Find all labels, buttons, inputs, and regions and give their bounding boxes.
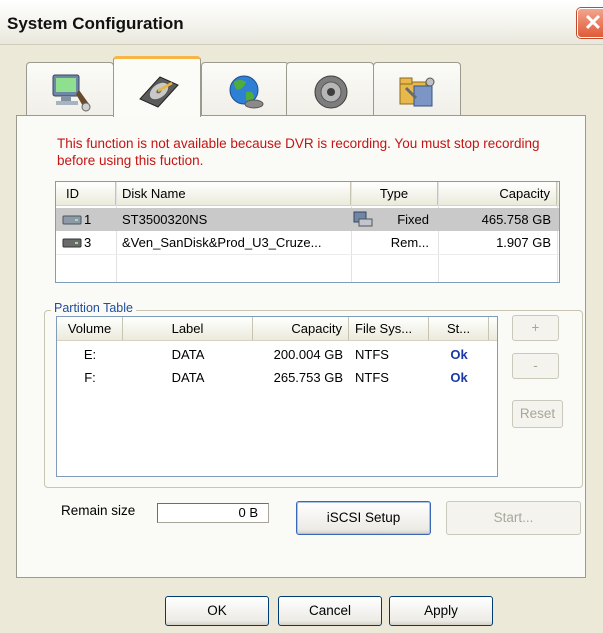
partition-row[interactable]: E: DATA 200.004 GB NTFS Ok bbox=[57, 343, 497, 366]
tab-display-settings[interactable] bbox=[26, 62, 114, 116]
disk-name: ST3500320NS bbox=[122, 212, 208, 227]
column-header-capacity[interactable]: Capacity bbox=[253, 317, 349, 340]
recording-warning-text: This function is not available because D… bbox=[57, 136, 540, 168]
column-header-id[interactable]: ID bbox=[56, 182, 116, 205]
reset-partition-button[interactable]: Reset bbox=[512, 400, 563, 428]
tools-settings-icon bbox=[399, 77, 435, 107]
fixed-disk-icon bbox=[353, 211, 373, 227]
disk-capacity: 465.758 GB bbox=[481, 212, 551, 227]
column-header-type[interactable]: Type bbox=[351, 182, 438, 205]
partition-status: Ok bbox=[450, 370, 468, 385]
column-header-label[interactable]: Label bbox=[123, 317, 253, 340]
partition-status: Ok bbox=[450, 347, 468, 362]
partition-label: DATA bbox=[171, 370, 205, 385]
column-header-disk-name[interactable]: Disk Name bbox=[116, 182, 351, 205]
tab-storage[interactable] bbox=[113, 56, 201, 117]
apply-button[interactable]: Apply bbox=[389, 596, 493, 626]
partition-row[interactable]: F: DATA 265.753 GB NTFS Ok bbox=[57, 366, 497, 389]
network-globe-icon bbox=[229, 75, 264, 109]
disk-name: &Ven_SanDisk&Prod_U3_Cruze... bbox=[122, 235, 322, 250]
partition-list-header: Volume Label Capacity File Sys... St... bbox=[57, 317, 497, 341]
disk-id: 3 bbox=[84, 235, 92, 250]
disk-list[interactable]: ID Disk Name Type Capacity 1 ST3500320NS… bbox=[55, 181, 560, 283]
hard-disk-icon bbox=[139, 76, 179, 108]
disk-row[interactable]: 3 &Ven_SanDisk&Prod_U3_Cruze... Rem... 1… bbox=[56, 231, 559, 254]
window-title: System Configuration bbox=[7, 14, 184, 33]
disk-list-header: ID Disk Name Type Capacity bbox=[56, 182, 559, 206]
remove-partition-button[interactable]: - bbox=[512, 353, 559, 379]
tab-network[interactable] bbox=[201, 62, 289, 116]
ok-button[interactable]: OK bbox=[165, 596, 269, 626]
tab-strip bbox=[16, 56, 556, 117]
start-button[interactable]: Start... bbox=[446, 501, 581, 535]
disk-capacity: 1.907 GB bbox=[496, 235, 551, 250]
partition-label: DATA bbox=[171, 347, 205, 362]
partition-table-label: Partition Table bbox=[51, 301, 136, 315]
iscsi-setup-button[interactable]: iSCSI Setup bbox=[296, 501, 431, 535]
column-header-volume[interactable]: Volume bbox=[57, 317, 123, 340]
partition-volume: F: bbox=[84, 370, 96, 385]
disk-type: Rem... bbox=[390, 235, 429, 250]
column-header-capacity[interactable]: Capacity bbox=[438, 182, 557, 205]
add-partition-button[interactable]: + bbox=[512, 315, 559, 341]
tab-tools[interactable] bbox=[373, 62, 461, 116]
system-configuration-window: System Configuration ✕ This function is … bbox=[0, 0, 603, 633]
column-header-status[interactable]: St... bbox=[429, 317, 489, 340]
partition-capacity: 200.004 GB bbox=[273, 347, 343, 362]
partition-list[interactable]: Volume Label Capacity File Sys... St... … bbox=[56, 316, 498, 477]
disk-row[interactable]: 1 ST3500320NS Fixed 465.758 GB bbox=[56, 208, 559, 231]
column-header-file-system[interactable]: File Sys... bbox=[349, 317, 429, 340]
tab-audio[interactable] bbox=[286, 62, 374, 116]
remain-size-label: Remain size bbox=[61, 503, 136, 518]
close-button[interactable]: ✕ bbox=[577, 8, 603, 38]
partition-file-system: NTFS bbox=[355, 370, 389, 385]
partition-capacity: 265.753 GB bbox=[273, 370, 343, 385]
speaker-icon bbox=[314, 75, 348, 109]
partition-file-system: NTFS bbox=[355, 347, 389, 362]
cancel-button[interactable]: Cancel bbox=[278, 596, 382, 626]
display-settings-icon bbox=[52, 74, 91, 112]
disk-type: Fixed bbox=[397, 212, 429, 227]
partition-volume: E: bbox=[83, 347, 97, 362]
remain-size-field: 0 B bbox=[157, 503, 269, 523]
disk-id: 1 bbox=[84, 212, 92, 227]
title-bar: System Configuration ✕ bbox=[0, 0, 603, 45]
